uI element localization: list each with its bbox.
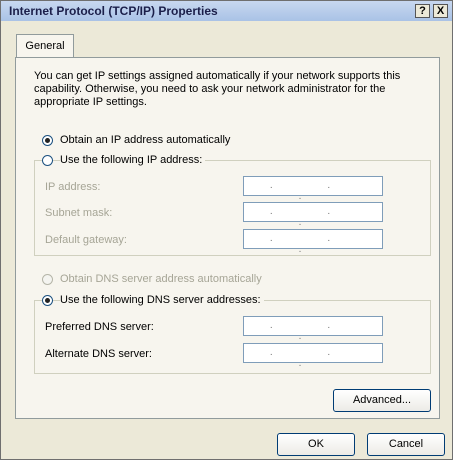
cancel-button[interactable]: Cancel [367, 433, 445, 456]
alternate-dns-label: Alternate DNS server: [45, 348, 152, 360]
default-gateway-value: . . . [269, 233, 357, 255]
preferred-dns-label: Preferred DNS server: [45, 321, 154, 333]
title-bar[interactable]: Internet Protocol (TCP/IP) Properties ? … [1, 1, 452, 21]
preferred-dns-input[interactable]: . . . [243, 316, 383, 342]
ip-address-label: IP address: [45, 181, 101, 193]
ok-button[interactable]: OK [277, 433, 355, 456]
subnet-mask-label: Subnet mask: [45, 207, 113, 219]
obtain-dns-auto-label: Obtain DNS server address automatically [60, 273, 262, 285]
alternate-dns-value: . . . [269, 347, 357, 369]
use-following-ip-label[interactable]: Use the following IP address: [60, 154, 206, 166]
use-following-ip-radio[interactable] [42, 155, 53, 166]
use-following-dns-label[interactable]: Use the following DNS server addresses: [60, 294, 264, 306]
close-button[interactable]: X [433, 4, 448, 18]
tab-general[interactable]: General [16, 34, 74, 58]
description-text: You can get IP settings assigned automat… [34, 70, 401, 108]
ip-address-value: . . . [269, 180, 357, 202]
alternate-dns-input[interactable]: . . . [243, 343, 383, 369]
advanced-button[interactable]: Advanced... [333, 389, 431, 412]
default-gateway-input: . . . [243, 229, 383, 255]
preferred-dns-value: . . . [269, 320, 357, 342]
subnet-mask-input: . . . [243, 202, 383, 228]
tcpip-properties-dialog: Internet Protocol (TCP/IP) Properties ? … [0, 0, 453, 460]
window-title: Internet Protocol (TCP/IP) Properties [9, 4, 218, 18]
default-gateway-label: Default gateway: [45, 234, 127, 246]
subnet-mask-value: . . . [269, 206, 357, 228]
help-button[interactable]: ? [415, 4, 430, 18]
obtain-ip-auto-radio[interactable] [42, 135, 53, 146]
use-following-dns-radio[interactable] [42, 295, 53, 306]
obtain-ip-auto-label[interactable]: Obtain an IP address automatically [60, 134, 230, 146]
obtain-dns-auto-radio [42, 274, 53, 285]
ip-address-input: . . . [243, 176, 383, 202]
